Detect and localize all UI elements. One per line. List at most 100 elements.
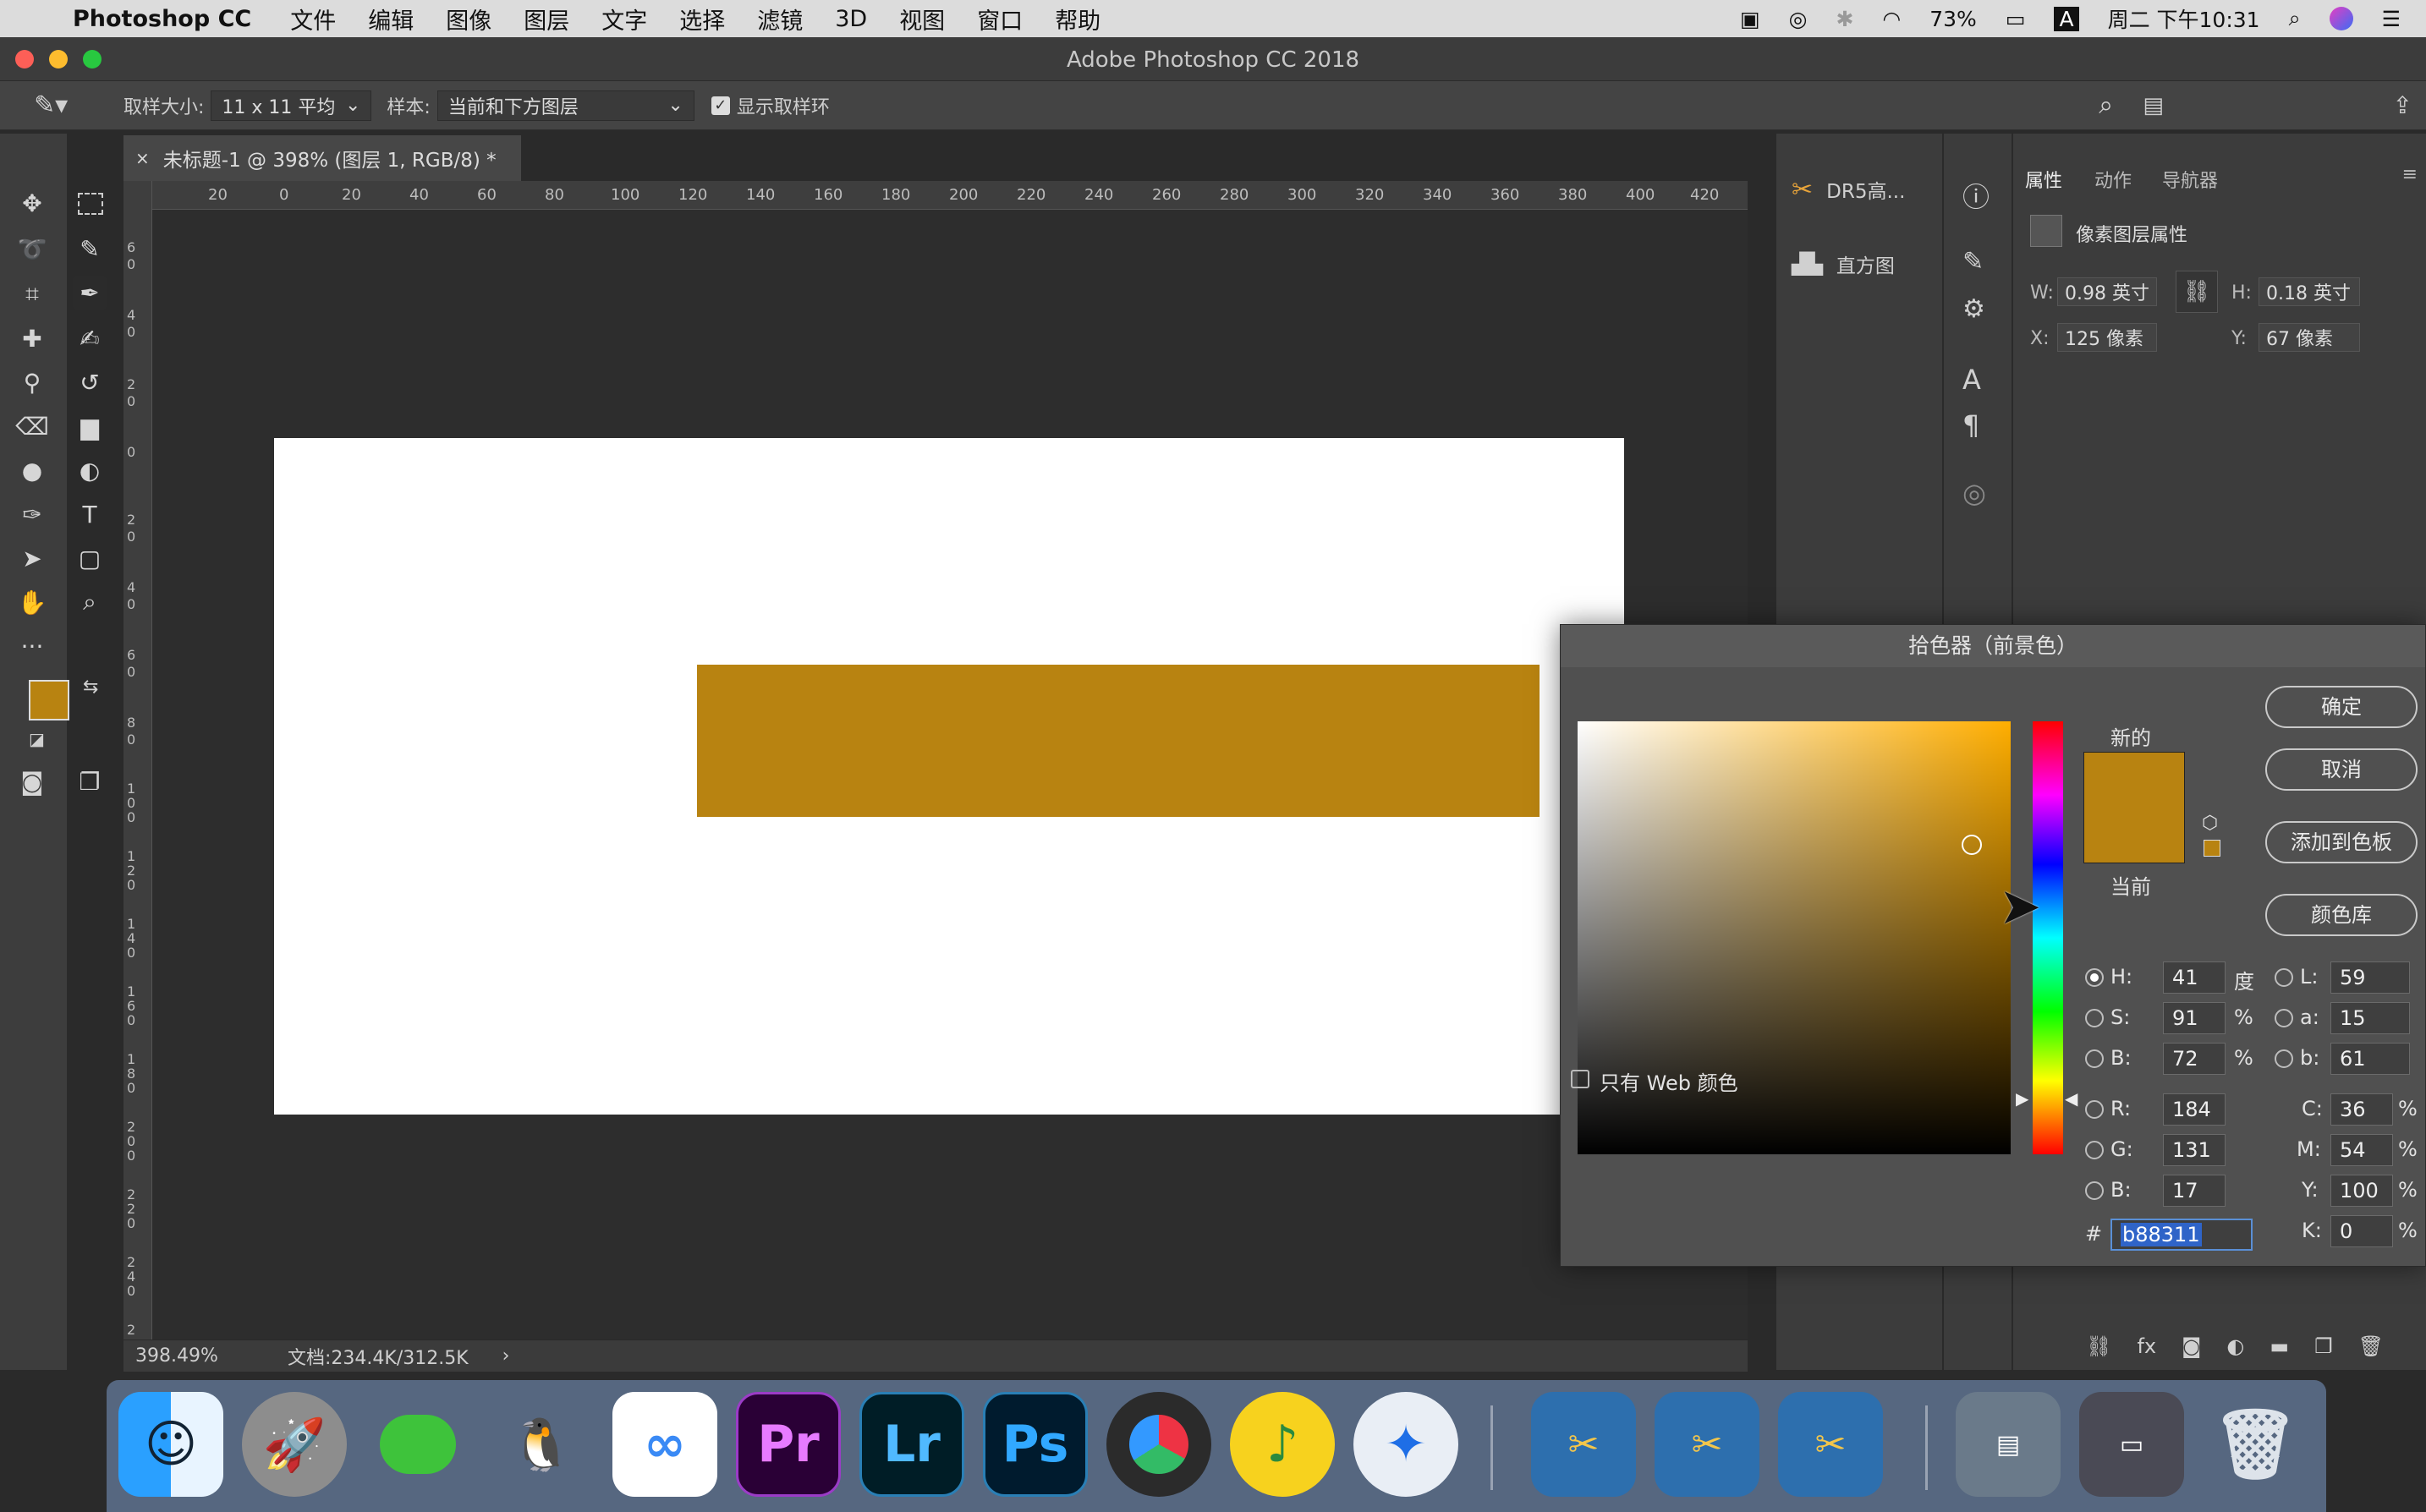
add-to-swatches-button[interactable]: 添加到色板 [2265,821,2418,863]
quick-mask-icon[interactable]: ◙ [15,764,49,798]
history-brush-tool-icon[interactable]: ↺ [73,365,107,399]
out-of-gamut-cube-icon[interactable]: ⬡ [2202,813,2218,834]
adjustment-layer-icon[interactable]: ◐ [2226,1334,2244,1358]
radio-h[interactable] [2085,968,2104,987]
document-info[interactable]: 文档:234.4K/312.5K [288,1343,469,1370]
c-input[interactable]: 36 [2330,1093,2393,1126]
close-tab-icon[interactable]: × [135,148,150,168]
x-field[interactable]: 125 像素 [2057,323,2157,352]
menu-help[interactable]: 帮助 [1055,3,1100,36]
brush-tool-icon[interactable]: ✍ [73,321,107,355]
brush-settings-icon[interactable]: ✎ [1962,247,1984,277]
eyedropper-preset-icon[interactable]: ✎▾ [34,90,85,120]
panel-histogram[interactable]: ▟▙ 直方图 [1776,238,1942,289]
quick-select-tool-icon[interactable]: ✎ [73,232,107,266]
search-icon[interactable]: ⌕ [2099,90,2113,120]
mask-icon[interactable]: ◙ [2182,1334,2201,1358]
sample-select[interactable]: 当前和下方图层 ⌄ [436,90,694,121]
hex-input[interactable]: b88311 [2110,1219,2253,1251]
path-select-tool-icon[interactable]: ➤ [15,541,49,575]
radio-a[interactable] [2275,1009,2293,1027]
move-tool-icon[interactable]: ✥ [15,186,49,220]
web-safe-swatch[interactable] [2204,840,2220,857]
radio-r[interactable] [2085,1100,2104,1119]
photoshop-icon[interactable]: Ps [983,1392,1088,1497]
zoom-tool-icon[interactable]: ⌕ [73,585,107,619]
foreground-color-swatch[interactable] [29,680,69,720]
y-field[interactable]: 67 像素 [2259,323,2360,352]
hand-tool-icon[interactable]: ✋ [15,585,49,619]
radio-s[interactable] [2085,1009,2104,1027]
lab-b-input[interactable]: 61 [2330,1043,2410,1075]
finder-icon[interactable]: ☺ [118,1392,223,1497]
more-tools-icon[interactable]: ··· [15,629,49,663]
documents-stack-icon[interactable]: ▭ [2079,1392,2184,1497]
group-folder-icon[interactable]: ▬ [2270,1334,2289,1358]
radio-g[interactable] [2085,1141,2104,1159]
clock[interactable]: 周二 下午10:31 [2108,3,2260,34]
current-color-swatch[interactable] [2083,808,2185,863]
menu-layer[interactable]: 图层 [524,3,569,36]
menu-view[interactable]: 视图 [899,3,945,36]
filled-rectangle-layer[interactable] [697,665,1540,817]
a-input[interactable]: 15 [2330,1002,2410,1034]
healing-brush-tool-icon[interactable]: ✚ [15,321,49,355]
s-input[interactable]: 91 [2163,1002,2226,1034]
radio-l[interactable] [2275,968,2293,987]
safari-icon[interactable]: ✦ [1353,1392,1458,1497]
pen-tool-icon[interactable]: ✑ [15,497,49,531]
menu-filter[interactable]: 滤镜 [757,3,803,36]
ok-button[interactable]: 确定 [2265,686,2418,728]
rectangle-tool-icon[interactable]: ▢ [73,541,107,575]
panel-menu-icon[interactable]: ≡ [2402,164,2418,185]
color-libraries-button[interactable]: 颜色库 [2265,894,2418,936]
workspace-icon[interactable]: ▤ [2143,93,2164,118]
character-icon[interactable]: A [1962,364,1981,396]
fx-icon[interactable]: fx [2137,1334,2156,1358]
premiere-icon[interactable]: Pr [736,1392,841,1497]
3d-icon[interactable]: ◎ [1962,477,1986,509]
k-input[interactable]: 0 [2330,1215,2393,1247]
menu-image[interactable]: 图像 [446,3,491,36]
tab-navigator[interactable]: 导航器 [2162,166,2218,193]
menu-app-name[interactable]: Photoshop CC [73,6,251,32]
radio-blue[interactable] [2085,1181,2104,1200]
new-layer-icon[interactable]: ❐ [2314,1334,2333,1358]
spotlight-search-icon[interactable]: ⌕ [2289,6,2301,31]
blue-input[interactable]: 17 [2163,1175,2226,1207]
siri-icon[interactable] [2329,7,2353,30]
trash-icon[interactable]: 🗑 [2358,1334,2384,1358]
lightroom-icon[interactable]: Lr [859,1392,964,1497]
input-method[interactable]: A [2054,6,2079,31]
menu-file[interactable]: 文件 [290,3,336,36]
clips-folder-1-icon[interactable]: ✂ [1531,1392,1636,1497]
web-only-checkbox[interactable] [1571,1070,1589,1088]
gradient-tool-icon[interactable]: ▆ [73,409,107,443]
baidu-netdisk-icon[interactable]: ∞ [612,1392,717,1497]
blur-tool-icon[interactable]: ● [15,453,49,487]
bluetooth-icon[interactable]: ✱ [1836,7,1853,31]
paragraph-icon[interactable]: ¶ [1962,409,1979,441]
qq-icon[interactable]: 🐧 [489,1392,594,1497]
adjustments-icon[interactable]: ⚙ [1962,294,1985,324]
hue-slider-left-arrow[interactable]: ▶ [2016,1088,2028,1109]
clone-stamp-tool-icon[interactable]: ⚲ [15,365,49,399]
h-input[interactable]: 41 [2163,961,2226,994]
screen-mode-icon[interactable]: ❐ [73,764,107,798]
music-icon[interactable]: ♪ [1230,1392,1335,1497]
panel-dr5[interactable]: ✂ DR5高... [1776,164,1942,215]
menu-window[interactable]: 窗口 [977,3,1023,36]
share-icon[interactable]: ⇪ [2393,91,2412,119]
marquee-tool-icon[interactable] [78,193,103,215]
menu-select[interactable]: 选择 [679,3,725,36]
swap-colors-icon[interactable]: ⇆ [83,677,98,698]
trash-icon[interactable]: 🗑 [2203,1392,2308,1497]
radio-b[interactable] [2085,1049,2104,1068]
eraser-tool-icon[interactable]: ⌫ [15,409,49,443]
default-colors-icon[interactable]: ◪ [29,729,45,749]
display-icon[interactable]: ▣ [1740,7,1760,31]
color-selector-ring[interactable] [1962,835,1982,855]
cancel-button[interactable]: 取消 [2265,748,2418,791]
tab-properties[interactable]: 属性 [2025,166,2062,193]
sample-size-select[interactable]: 11 x 11 平均 ⌄ [211,90,372,121]
